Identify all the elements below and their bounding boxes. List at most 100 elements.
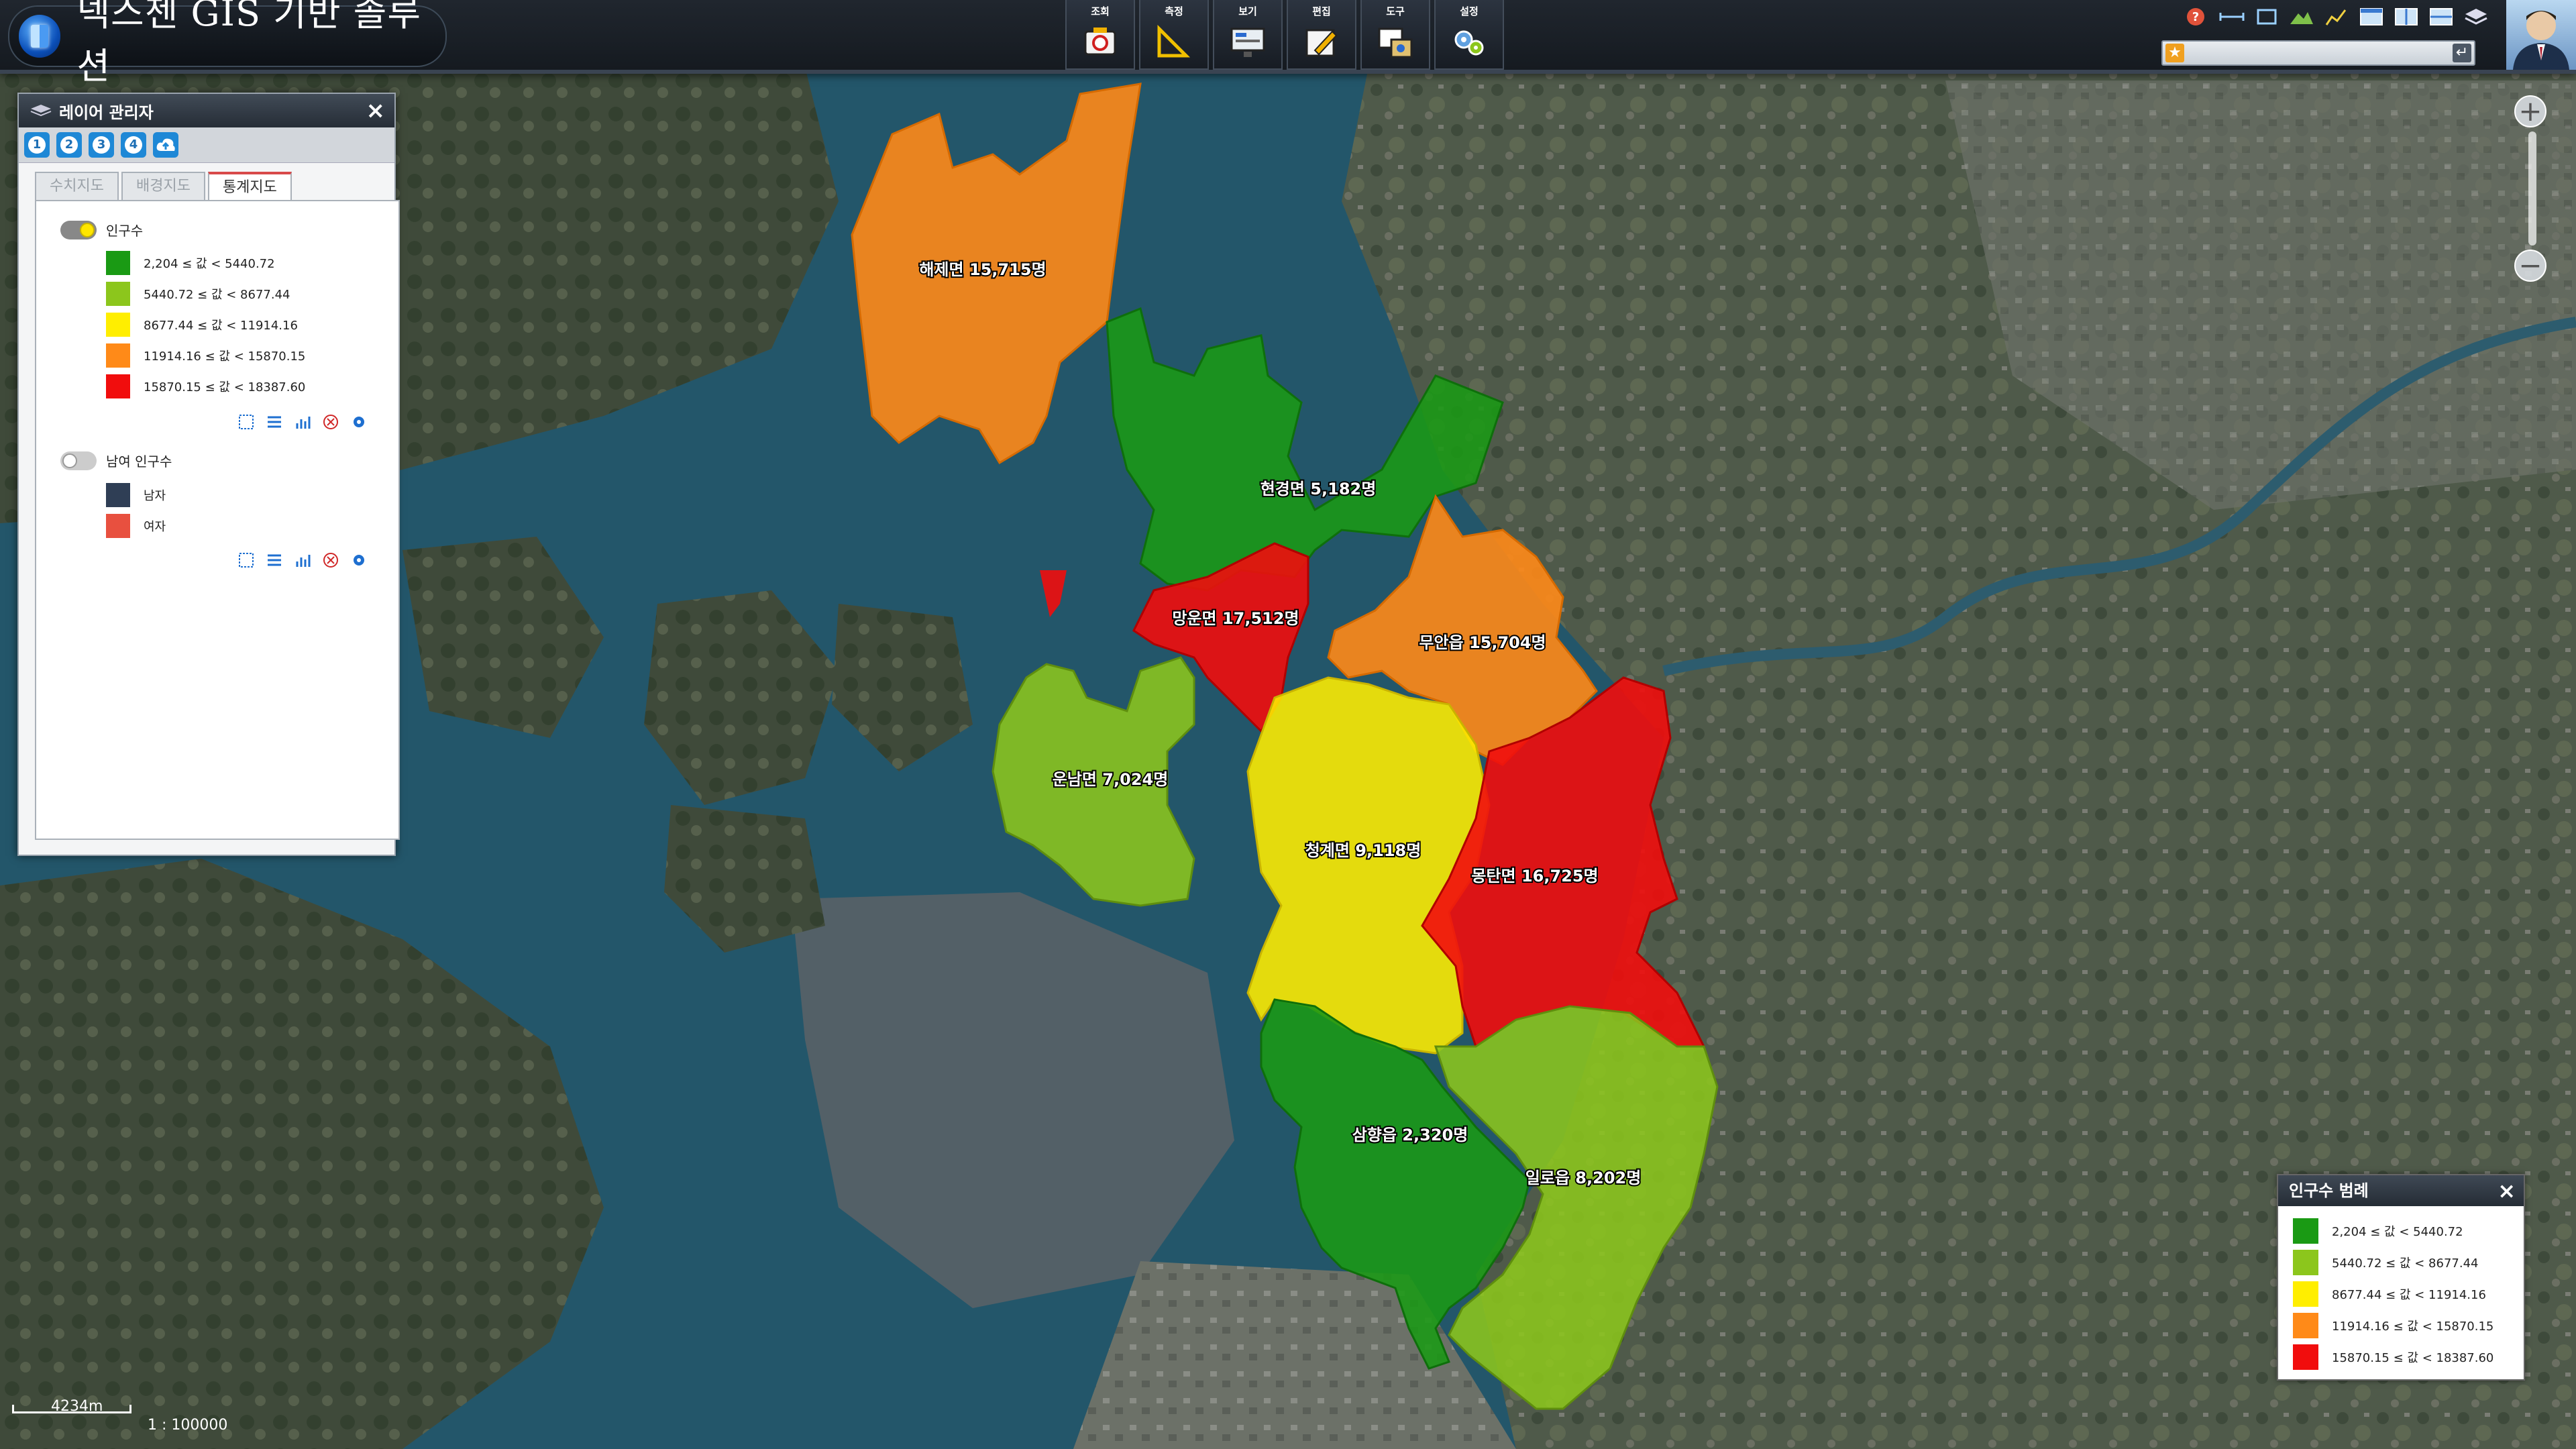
distance-icon[interactable] bbox=[2219, 7, 2245, 27]
remove-icon[interactable] bbox=[322, 413, 339, 431]
preset-1-button[interactable]: 1 bbox=[24, 132, 50, 158]
select-area-icon[interactable] bbox=[237, 413, 255, 431]
gear-icon[interactable] bbox=[350, 551, 368, 569]
list-icon[interactable] bbox=[266, 413, 283, 431]
top-toolbar: 넥스젠 GIS 기반 솔루션 조회 측정 보기 편집 도구 설정 ? ★ ↵ bbox=[0, 0, 2576, 87]
search-input[interactable]: ★ ↵ bbox=[2161, 40, 2475, 66]
legend-item: 2,204 ≤ 값 < 5440.72 bbox=[2293, 1218, 2463, 1244]
menu-tools-button[interactable]: 도구 bbox=[1360, 0, 1430, 70]
zoom-out-button[interactable]: − bbox=[2514, 250, 2546, 282]
menu-measure-button[interactable]: 측정 bbox=[1139, 0, 1209, 70]
region-label-samhyang: 삼향읍 2,320명 bbox=[1352, 1126, 1468, 1144]
menu-settings-button[interactable]: 설정 bbox=[1434, 0, 1504, 70]
area-icon[interactable] bbox=[2254, 7, 2279, 27]
layer-population-tools bbox=[237, 413, 368, 431]
close-icon[interactable]: × bbox=[366, 99, 386, 122]
layer-manager-panel: 레이어 관리자 × 1 2 3 4 수치지도 배경지도 통계지도 인구수 2,2… bbox=[17, 93, 400, 856]
region-label-unnam: 운남면 7,024명 bbox=[1053, 770, 1169, 789]
layer-gender-toggle[interactable] bbox=[60, 451, 97, 470]
table-view-icon[interactable] bbox=[2428, 7, 2454, 27]
layer-manager-header[interactable]: 레이어 관리자 × bbox=[19, 94, 394, 127]
list-icon[interactable] bbox=[266, 551, 283, 569]
layer-name: 남여 인구수 bbox=[106, 453, 172, 470]
population-legend-panel: 인구수 범례 × 2,204 ≤ 값 < 5440.72 5440.72 ≤ 값… bbox=[2277, 1174, 2525, 1381]
region-label-mangun: 망운면 17,512명 bbox=[1172, 609, 1299, 628]
layers-icon[interactable] bbox=[2463, 7, 2489, 27]
region-label-muan: 무안읍 15,704명 bbox=[1419, 633, 1546, 652]
menu-query-button[interactable]: 조회 bbox=[1065, 0, 1135, 70]
upload-cloud-button[interactable] bbox=[153, 132, 178, 158]
preset-2-button[interactable]: 2 bbox=[56, 132, 82, 158]
app-logo-icon bbox=[19, 15, 61, 58]
color-swatch bbox=[2293, 1344, 2318, 1370]
app-title-badge: 넥스젠 GIS 기반 솔루션 bbox=[8, 0, 447, 87]
region-label-hyeongyeong: 현경면 5,182명 bbox=[1260, 480, 1377, 498]
color-swatch bbox=[106, 343, 130, 368]
legend-item: 2,204 ≤ 값 < 5440.72 bbox=[106, 251, 275, 275]
legend-title: 인구수 범례 bbox=[2289, 1181, 2369, 1200]
layer-name: 인구수 bbox=[106, 223, 144, 239]
tab-statistics-map[interactable]: 통계지도 bbox=[207, 172, 292, 200]
layer-gender-population: 남여 인구수 bbox=[60, 451, 172, 470]
main-menu: 조회 측정 보기 편집 도구 설정 bbox=[1065, 0, 1504, 70]
help-icon[interactable]: ? bbox=[2184, 7, 2210, 27]
close-icon[interactable]: × bbox=[2498, 1175, 2516, 1206]
color-swatch bbox=[106, 483, 130, 507]
scale-distance: 4234m bbox=[51, 1398, 103, 1415]
enter-icon[interactable]: ↵ bbox=[2453, 44, 2471, 62]
menu-label: 조회 bbox=[1091, 5, 1110, 17]
color-swatch bbox=[106, 374, 130, 398]
gear-icon[interactable] bbox=[350, 413, 368, 431]
color-swatch bbox=[2293, 1250, 2318, 1275]
preset-3-button[interactable]: 3 bbox=[89, 132, 114, 158]
bar-chart-icon[interactable] bbox=[294, 413, 311, 431]
zoom-in-button[interactable]: + bbox=[2514, 95, 2546, 127]
zoom-control: + − bbox=[2514, 95, 2551, 297]
app-title: 넥스젠 GIS 기반 솔루션 bbox=[76, 0, 422, 87]
layer-population-toggle[interactable] bbox=[60, 220, 97, 239]
menu-edit-button[interactable]: 편집 bbox=[1287, 0, 1356, 70]
user-avatar[interactable] bbox=[2506, 0, 2576, 70]
cloud-upload-icon bbox=[156, 138, 175, 151]
color-swatch bbox=[2293, 1218, 2318, 1244]
region-label-haeje: 해제면 15,715명 bbox=[919, 260, 1046, 279]
edit-icon bbox=[1305, 29, 1338, 57]
layers-icon bbox=[30, 105, 52, 117]
preset-toolbar: 1 2 3 4 bbox=[19, 127, 394, 163]
color-swatch bbox=[106, 282, 130, 306]
settings-icon bbox=[1454, 30, 1484, 56]
legend-item: 여자 bbox=[106, 514, 166, 538]
color-swatch bbox=[106, 514, 130, 538]
remove-icon[interactable] bbox=[322, 551, 339, 569]
quick-tools: ? bbox=[2184, 7, 2489, 27]
color-swatch bbox=[106, 251, 130, 275]
chart-icon[interactable] bbox=[2324, 7, 2349, 27]
monitor-icon bbox=[1230, 28, 1265, 57]
tab-background-map[interactable]: 배경지도 bbox=[121, 172, 205, 200]
legend-header[interactable]: 인구수 범례 × bbox=[2278, 1175, 2524, 1206]
color-swatch bbox=[2293, 1313, 2318, 1338]
zoom-slider[interactable] bbox=[2528, 131, 2536, 246]
menu-label: 측정 bbox=[1165, 5, 1183, 17]
menu-label: 설정 bbox=[1460, 5, 1479, 17]
legend-item: 15870.15 ≤ 값 < 18387.60 bbox=[106, 374, 305, 398]
favorite-star-icon[interactable]: ★ bbox=[2165, 44, 2184, 62]
split-view-icon[interactable] bbox=[2394, 7, 2419, 27]
tab-digital-map[interactable]: 수치지도 bbox=[35, 172, 119, 200]
svg-text:?: ? bbox=[2192, 10, 2199, 24]
color-swatch bbox=[106, 313, 130, 337]
menu-label: 편집 bbox=[1312, 5, 1331, 17]
menu-label: 보기 bbox=[1238, 5, 1257, 17]
select-area-icon[interactable] bbox=[237, 551, 255, 569]
legend-item: 15870.15 ≤ 값 < 18387.60 bbox=[2293, 1344, 2493, 1370]
legend-item: 남자 bbox=[106, 483, 166, 507]
window-icon[interactable] bbox=[2359, 7, 2384, 27]
region-label-cheonggye: 청계면 9,118명 bbox=[1305, 841, 1421, 860]
legend-item: 11914.16 ≤ 값 < 15870.15 bbox=[2293, 1313, 2493, 1338]
terrain-icon[interactable] bbox=[2289, 7, 2314, 27]
bar-chart-icon[interactable] bbox=[294, 551, 311, 569]
region-cheonggye bbox=[1246, 676, 1491, 1055]
camera-icon bbox=[1084, 28, 1116, 56]
preset-4-button[interactable]: 4 bbox=[121, 132, 146, 158]
menu-view-button[interactable]: 보기 bbox=[1213, 0, 1283, 70]
